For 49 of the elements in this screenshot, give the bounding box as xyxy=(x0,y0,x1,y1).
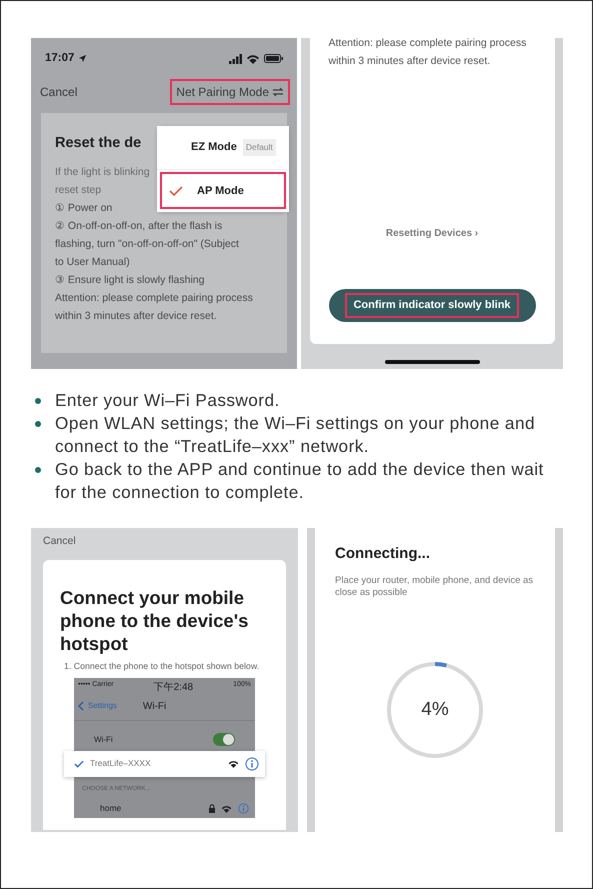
signal-icon xyxy=(229,54,242,64)
bullet-dot xyxy=(35,421,41,427)
instruction-text: Open WLAN settings; the Wi–Fi settings on your phone and connect to the “TreatLife–xxx” network. xyxy=(55,412,536,458)
instruction-text: ③ Ensure light is slowly flashing xyxy=(55,272,204,288)
screen-title: Wi-Fi xyxy=(142,700,166,714)
default-badge: Default xyxy=(242,139,276,156)
instruction-text: If the light is blinking xyxy=(55,164,150,180)
hint-text: Place your router, mobile phone, and device as close as possible xyxy=(335,575,534,599)
wifi-label: Wi-Fi xyxy=(94,734,113,746)
bullet-dot xyxy=(35,467,41,473)
wifi-toggle[interactable] xyxy=(213,733,235,746)
bullet-dot xyxy=(35,398,41,404)
wifi-icon xyxy=(246,54,260,64)
location-arrow-icon xyxy=(78,54,88,64)
swap-icon xyxy=(272,87,284,98)
checkmark-icon xyxy=(74,760,84,768)
pairing-mode-button[interactable]: Net Pairing Mode xyxy=(172,81,288,104)
info-icon[interactable] xyxy=(245,756,259,771)
instruction-text: ① Power on xyxy=(55,200,112,216)
instruction-text: Attention: please complete pairing process xyxy=(55,290,253,306)
status-time: 下午2:48 xyxy=(154,680,194,695)
step-text: 1. Connect the phone to the hotspot shown below. xyxy=(64,660,260,672)
back-chevron-icon xyxy=(78,701,84,712)
instruction-text: Attention: please complete pairing process xyxy=(328,38,528,51)
menu-item[interactable]: EZ Mode Default xyxy=(157,126,289,169)
instruction-text: ② On-off-on-off-on, after the flash is xyxy=(55,218,222,234)
instruction-text: within 3 minutes after device reset. xyxy=(55,308,217,324)
connecting-title: Connecting... xyxy=(335,545,431,563)
instruction-text: to User Manual) xyxy=(55,254,130,270)
progress-percent: 4% xyxy=(421,698,449,722)
menu-item[interactable]: AP Mode xyxy=(157,169,289,212)
wifi-icon xyxy=(221,804,232,813)
checkmark-icon xyxy=(169,186,183,196)
instruction-text: within 3 minutes after device reset. xyxy=(328,54,492,69)
wifi-icon xyxy=(228,760,239,768)
cancel-link[interactable]: Cancel xyxy=(40,83,78,102)
hotspot-title: Connect your mobile phone to the device's hotspot xyxy=(60,586,250,655)
instruction-text: Go back to the APP and continue to add the device then wait for the connection to complete. xyxy=(55,458,545,504)
network-row[interactable]: TreatLife–XXXX xyxy=(64,750,265,777)
instruction-text: flashing, turn "on-off-on-off-on" (Subject xyxy=(55,236,239,252)
resetting-devices-link[interactable]: Resetting Devices › xyxy=(386,226,478,241)
cancel-link[interactable]: Cancel xyxy=(43,534,286,550)
card-title: Reset the de xyxy=(55,135,142,153)
instruction-text: Enter your Wi–Fi Password. xyxy=(55,389,280,412)
confirm-button[interactable]: Confirm indicator slowly blink xyxy=(328,289,536,322)
battery-icon xyxy=(264,54,283,64)
instruction-text: reset step xyxy=(55,182,102,198)
network-row[interactable]: home xyxy=(74,796,255,822)
status-time: 17:07 xyxy=(45,51,74,66)
